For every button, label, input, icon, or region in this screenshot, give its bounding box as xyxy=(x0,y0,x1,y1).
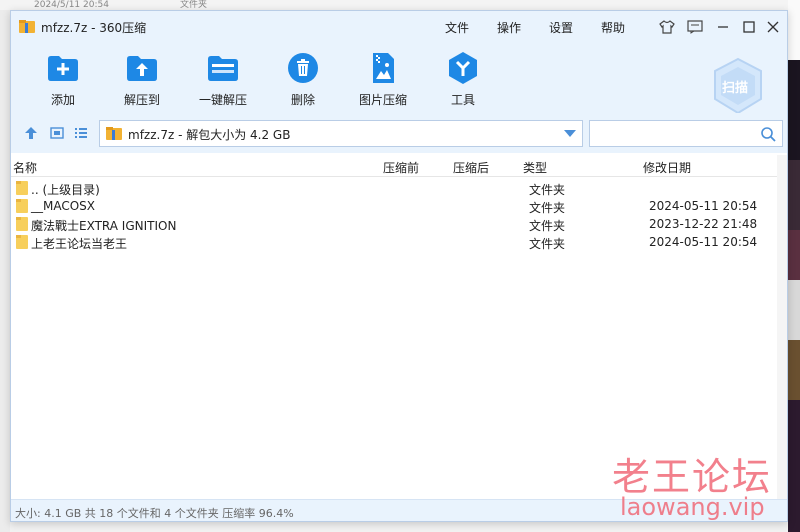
folder-icon xyxy=(16,217,28,231)
delete-label: 删除 xyxy=(290,93,315,107)
menu-settings[interactable]: 设置 xyxy=(549,19,573,36)
file-date: 2024-05-11 20:54 xyxy=(649,199,758,213)
search-input[interactable] xyxy=(594,124,754,143)
menu-action[interactable]: 操作 xyxy=(497,19,521,36)
one-click-extract-icon xyxy=(208,56,238,81)
maximize-icon[interactable] xyxy=(739,17,759,37)
scan-button[interactable]: 扫描 xyxy=(711,57,765,115)
address-text: mfzz.7z - 解包大小为 4.2 GB xyxy=(128,128,291,142)
address-row: mfzz.7z - 解包大小为 4.2 GB xyxy=(11,113,787,153)
menu-file[interactable]: 文件 xyxy=(445,19,469,36)
file-name: __MACOSX xyxy=(31,199,96,213)
scan-label: 扫描 xyxy=(722,81,749,96)
file-type: 文件夹 xyxy=(529,201,566,215)
main-toolbar: 添加 解压到 一键解压 删除 图片压缩 工具 扫描 xyxy=(11,43,787,115)
feedback-icon[interactable] xyxy=(685,17,705,37)
extract-to-label: 解压到 xyxy=(123,93,160,107)
image-compress-label: 图片压缩 xyxy=(358,93,407,107)
background-desktop-top: 2024/5/11 20:54 文件夹 xyxy=(0,0,800,10)
shirt-icon[interactable] xyxy=(657,17,677,37)
file-type: 文件夹 xyxy=(529,183,566,197)
window-title: mfzz.7z - 360压缩 xyxy=(41,21,147,35)
tools-icon xyxy=(449,52,477,84)
column-type[interactable]: 类型 xyxy=(523,159,547,176)
image-compress-button[interactable]: 图片压缩 xyxy=(343,51,423,109)
list-item[interactable]: __MACOSX 文件夹 2024-05-11 20:54 xyxy=(11,197,777,215)
watermark-url: laowang.vip xyxy=(620,493,765,521)
delete-icon xyxy=(288,53,318,83)
archive-app-icon xyxy=(19,20,35,33)
archive-file-icon xyxy=(106,127,122,140)
add-button[interactable]: 添加 xyxy=(23,51,103,109)
one-click-extract-label: 一键解压 xyxy=(198,93,247,107)
file-name: 上老王论坛当老王 xyxy=(31,237,128,251)
search-box[interactable] xyxy=(589,120,783,147)
folder-icon xyxy=(16,199,28,213)
file-name: .. (上级目录) xyxy=(31,183,100,197)
file-list-header: 名称 压缩前 压缩后 类型 修改日期 xyxy=(11,155,777,177)
column-original-size[interactable]: 压缩前 xyxy=(383,159,419,176)
file-list: .. (上级目录) 文件夹 __MACOSX 文件夹 2024-05-11 20… xyxy=(11,179,777,251)
address-bar[interactable]: mfzz.7z - 解包大小为 4.2 GB xyxy=(99,120,583,147)
delete-button[interactable]: 删除 xyxy=(263,51,343,109)
thumbnail-view-icon[interactable] xyxy=(49,125,65,141)
status-text: 大小: 4.1 GB 共 18 个文件和 4 个文件夹 压缩率 96.4% xyxy=(15,507,294,520)
background-type-text: 文件夹 xyxy=(180,0,208,10)
extract-to-button[interactable]: 解压到 xyxy=(102,51,182,109)
folder-icon xyxy=(16,181,28,195)
add-label: 添加 xyxy=(50,93,75,107)
folder-icon xyxy=(16,235,28,249)
list-item[interactable]: .. (上级目录) 文件夹 xyxy=(11,179,777,197)
add-folder-icon xyxy=(48,56,78,81)
minimize-icon[interactable] xyxy=(713,17,733,37)
image-compress-icon xyxy=(373,53,394,83)
file-type: 文件夹 xyxy=(529,237,566,251)
title-bar: mfzz.7z - 360压缩 文件 操作 设置 帮助 xyxy=(11,11,787,43)
tools-button[interactable]: 工具 xyxy=(423,51,503,109)
close-icon[interactable] xyxy=(763,17,783,37)
list-item[interactable]: 上老王论坛当老王 文件夹 2024-05-11 20:54 xyxy=(11,233,777,251)
file-date: 2023-12-22 21:48 xyxy=(649,217,758,231)
file-type: 文件夹 xyxy=(529,219,566,233)
file-date: 2024-05-11 20:54 xyxy=(649,235,758,249)
menu-help[interactable]: 帮助 xyxy=(601,19,625,36)
up-arrow-icon[interactable] xyxy=(23,125,39,141)
tools-label: 工具 xyxy=(450,93,475,107)
column-modified-date[interactable]: 修改日期 xyxy=(643,159,691,176)
chevron-down-icon[interactable] xyxy=(564,130,576,138)
list-item[interactable]: 魔法戰士EXTRA IGNITION 文件夹 2023-12-22 21:48 xyxy=(11,215,777,233)
column-compressed-size[interactable]: 压缩后 xyxy=(453,159,489,176)
background-desktop-left xyxy=(0,10,10,532)
vertical-scrollbar[interactable] xyxy=(777,155,787,499)
extract-to-icon xyxy=(127,56,157,81)
one-click-extract-button[interactable]: 一键解压 xyxy=(183,51,263,109)
background-date-text: 2024/5/11 20:54 xyxy=(34,0,109,10)
background-desktop-right xyxy=(788,0,800,532)
file-name: 魔法戰士EXTRA IGNITION xyxy=(31,219,177,233)
list-view-icon[interactable] xyxy=(73,125,89,141)
column-name[interactable]: 名称 xyxy=(13,159,37,176)
search-icon[interactable] xyxy=(760,126,776,142)
